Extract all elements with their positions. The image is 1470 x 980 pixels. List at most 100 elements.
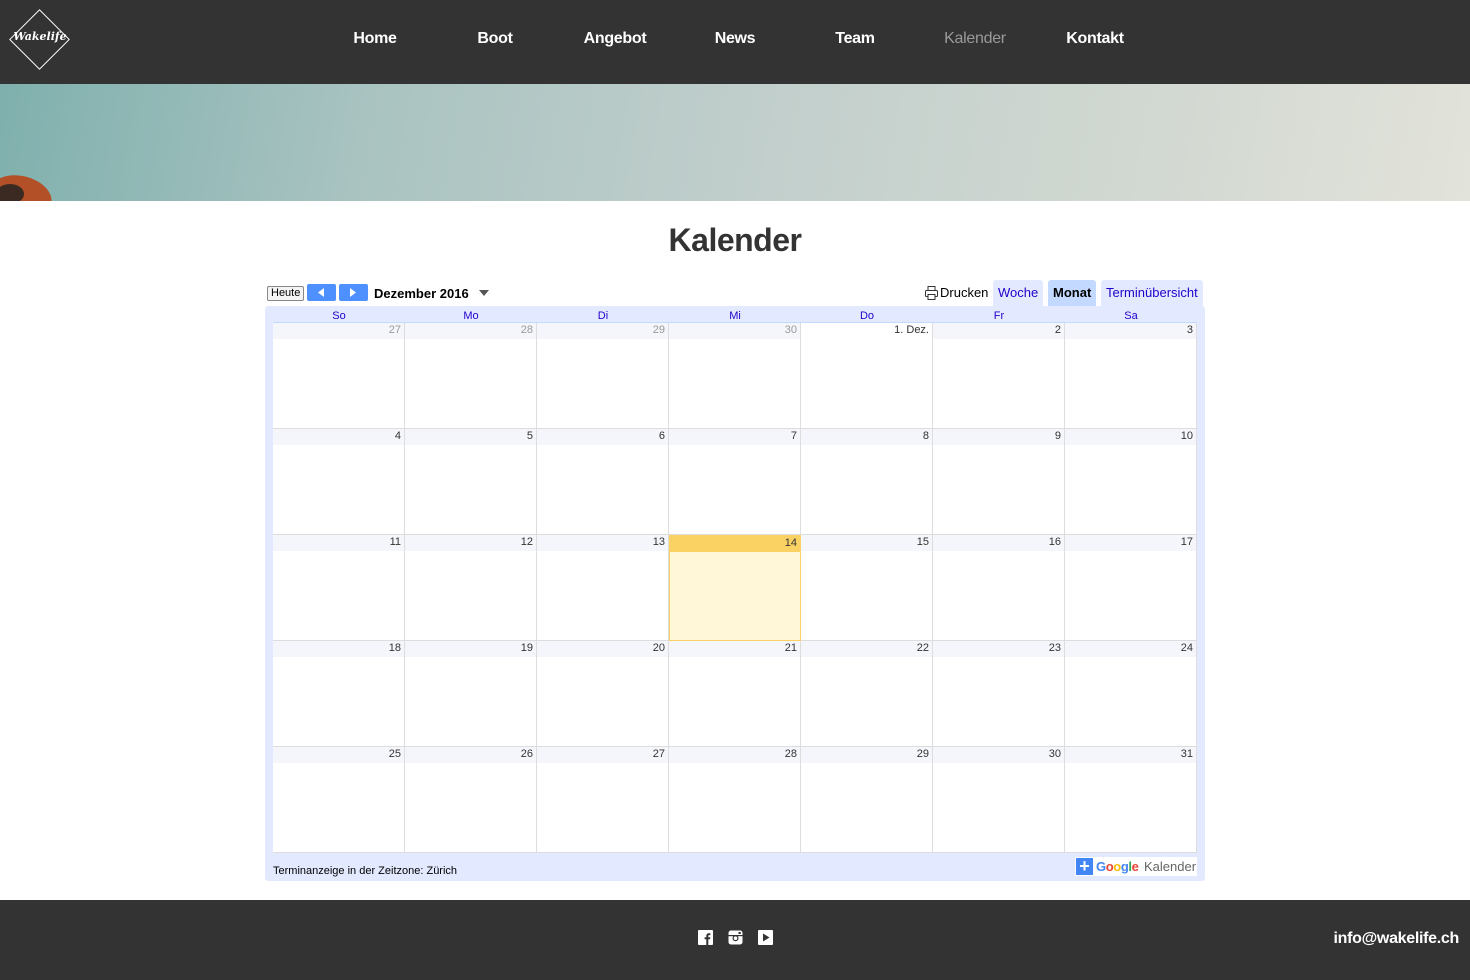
day-cell[interactable]: 17: [1065, 535, 1197, 641]
day-cell[interactable]: 6: [537, 429, 669, 535]
day-cell-today[interactable]: 14: [669, 535, 801, 641]
day-cell[interactable]: 19: [405, 641, 537, 747]
day-number: 6: [537, 429, 668, 445]
logo-text[interactable]: Wakelife: [8, 30, 72, 43]
day-cell[interactable]: 31: [1065, 747, 1197, 853]
day-cell[interactable]: 21: [669, 641, 801, 747]
hero-rock-shadow: [0, 184, 24, 201]
day-number: 28: [405, 323, 536, 339]
day-cell[interactable]: 27: [273, 323, 405, 429]
day-cell[interactable]: 25: [273, 747, 405, 853]
day-cell[interactable]: 30: [933, 747, 1065, 853]
facebook-icon[interactable]: [698, 930, 713, 945]
day-cell[interactable]: 2: [933, 323, 1065, 429]
day-cell[interactable]: 18: [273, 641, 405, 747]
add-to-google-calendar-badge[interactable]: + Google Kalender: [1075, 857, 1197, 876]
timezone-note: Terminanzeige in der Zeitzone: Zürich: [273, 865, 458, 877]
nav-kalender[interactable]: Kalender: [915, 30, 1035, 48]
day-number: 15: [801, 535, 932, 551]
day-number: 10: [1065, 429, 1196, 445]
day-number: 21: [669, 641, 800, 657]
day-number: 20: [537, 641, 668, 657]
day-cell[interactable]: 4: [273, 429, 405, 535]
day-number: 22: [801, 641, 932, 657]
badge-product-label: Kalender: [1144, 859, 1197, 874]
day-cell[interactable]: 26: [405, 747, 537, 853]
day-cell[interactable]: 30: [669, 323, 801, 429]
arrow-left-icon: [318, 288, 324, 297]
day-number: 27: [273, 323, 404, 339]
weekday-header: Di: [597, 310, 609, 322]
plus-icon: +: [1076, 857, 1093, 875]
day-number: 17: [1065, 535, 1196, 551]
day-cell[interactable]: 16: [933, 535, 1065, 641]
day-cell[interactable]: 29: [801, 747, 933, 853]
day-cell[interactable]: 10: [1065, 429, 1197, 535]
tab-woche[interactable]: Woche: [993, 280, 1044, 306]
day-number: 14: [670, 536, 800, 552]
printer-icon[interactable]: [925, 286, 938, 300]
day-cell[interactable]: 3: [1065, 323, 1197, 429]
day-number: 30: [933, 747, 1064, 763]
weekday-header: Sa: [1124, 310, 1138, 322]
day-number: 4: [273, 429, 404, 445]
day-number: 25: [273, 747, 404, 763]
instagram-icon[interactable]: [728, 930, 743, 945]
weekday-header: Mi: [729, 310, 741, 322]
day-cell[interactable]: 29: [537, 323, 669, 429]
day-number: 30: [669, 323, 800, 339]
chevron-down-icon[interactable]: [479, 290, 489, 296]
nav-boot[interactable]: Boot: [435, 30, 555, 48]
today-button[interactable]: Heute: [267, 286, 305, 301]
day-cell[interactable]: 12: [405, 535, 537, 641]
day-cell[interactable]: 8: [801, 429, 933, 535]
contact-email-link[interactable]: info@wakelife.ch: [1334, 930, 1460, 948]
tab-monat[interactable]: Monat: [1048, 280, 1097, 306]
hero-banner-image: [0, 84, 1470, 201]
day-cell[interactable]: 27: [537, 747, 669, 853]
weekday-header: So: [332, 310, 346, 322]
tab-terminuebersicht[interactable]: Terminübersicht: [1101, 280, 1203, 306]
day-cell[interactable]: 15: [801, 535, 933, 641]
day-cell[interactable]: 1. Dez.: [801, 323, 933, 429]
weekday-header: Mo: [463, 310, 479, 322]
next-month-button[interactable]: [339, 284, 368, 301]
weekday-header: Fr: [993, 310, 1005, 322]
day-cell[interactable]: 5: [405, 429, 537, 535]
nav-team[interactable]: Team: [795, 30, 915, 48]
day-number: 29: [537, 323, 668, 339]
day-cell[interactable]: 11: [273, 535, 405, 641]
day-number: 5: [405, 429, 536, 445]
nav-home[interactable]: Home: [315, 30, 435, 48]
google-logo: Google: [1096, 859, 1139, 874]
nav-news[interactable]: News: [675, 30, 795, 48]
day-cell[interactable]: 7: [669, 429, 801, 535]
day-number: 8: [801, 429, 932, 445]
top-navigation-bar: Wakelife Home Boot Angebot News Team Kal…: [0, 0, 1470, 84]
day-number: 12: [405, 535, 536, 551]
day-cell[interactable]: 28: [669, 747, 801, 853]
day-number: 24: [1065, 641, 1196, 657]
prev-month-button[interactable]: [307, 284, 336, 301]
day-cell[interactable]: 20: [537, 641, 669, 747]
arrow-right-icon: [350, 288, 356, 297]
month-label: Dezember 2016: [374, 286, 469, 301]
day-cell[interactable]: 28: [405, 323, 537, 429]
day-cell[interactable]: 23: [933, 641, 1065, 747]
day-number: 1. Dez.: [801, 323, 932, 339]
day-cell[interactable]: 13: [537, 535, 669, 641]
calendar-frame: So Mo Di Mi Do Fr Sa 27 28 29 30 1. Dez. 2 3 4 5…: [265, 306, 1205, 881]
day-number: 7: [669, 429, 800, 445]
day-number: 9: [933, 429, 1064, 445]
day-number: 2: [933, 323, 1064, 339]
google-calendar-embed: Heute Dezember 2016 Drucken Woche Monat …: [265, 280, 1205, 881]
nav-angebot[interactable]: Angebot: [555, 30, 675, 48]
day-cell[interactable]: 24: [1065, 641, 1197, 747]
print-link[interactable]: Drucken: [940, 285, 988, 300]
youtube-icon[interactable]: [758, 930, 773, 945]
day-cell[interactable]: 9: [933, 429, 1065, 535]
day-cell[interactable]: 22: [801, 641, 933, 747]
page-title: Kalender: [668, 222, 802, 258]
day-number: 23: [933, 641, 1064, 657]
nav-kontakt[interactable]: Kontakt: [1035, 30, 1155, 48]
